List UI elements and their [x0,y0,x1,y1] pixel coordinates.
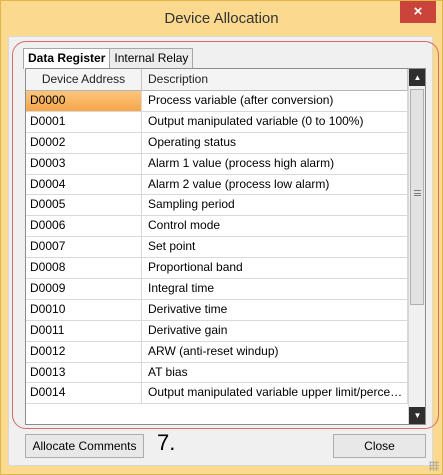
device-address-cell[interactable]: D0005 [26,195,142,216]
description-cell[interactable]: Derivative gain [142,320,408,341]
device-address-cell[interactable]: D0002 [26,132,142,153]
table-row[interactable]: D0011 Derivative gain [26,320,408,342]
close-icon: × [413,3,423,20]
description-cell[interactable]: AT bias [142,362,408,383]
grid-header: Device Address Description [26,69,408,91]
description-cell[interactable]: ARW (anti-reset windup) [142,341,408,362]
table-row[interactable]: D0012 ARW (anti-reset windup) [26,341,408,363]
device-address-cell[interactable]: D0012 [26,341,142,362]
description-cell[interactable]: Proportional band [142,258,408,279]
table-row[interactable]: D0010 Derivative time [26,299,408,321]
table-row[interactable]: D0009 Integral time [26,279,408,300]
device-address-cell[interactable]: D0004 [26,174,142,195]
scroll-up-arrow-icon[interactable]: ▲ [409,69,425,86]
column-header-device-address[interactable]: Device Address [26,69,142,91]
grid-rows: D0000 Process variable (after conversion)… [26,91,408,405]
device-address-cell[interactable]: D0013 [26,362,142,383]
table-row[interactable]: D0001 Output manipulated variable (0 to 1… [26,111,408,133]
tab-strip: Data Register Internal Relay [23,48,194,69]
table-row[interactable]: D0004 Alarm 2 value (process low alarm) [26,174,408,196]
window-title: Device Allocation [164,10,279,27]
device-address-cell[interactable]: D0011 [26,320,142,341]
description-cell[interactable]: Control mode [142,216,408,237]
device-address-cell[interactable]: D0014 [26,383,142,404]
table-row[interactable]: D0005 Sampling period [26,195,408,217]
device-address-cell[interactable]: D0007 [26,237,142,258]
description-cell[interactable]: Process variable (after conversion) [142,91,408,111]
description-cell[interactable]: Integral time [142,279,408,299]
vertical-scrollbar[interactable]: ▲ ▼ [408,69,425,424]
table-row[interactable]: D0006 Control mode [26,216,408,238]
column-header-description[interactable]: Description [142,69,408,91]
description-cell[interactable]: Operating status [142,132,408,153]
table-row[interactable]: D0008 Proportional band [26,258,408,280]
description-cell[interactable]: Derivative time [142,299,408,320]
tab-internal-relay[interactable]: Internal Relay [109,48,194,68]
table-row[interactable]: D0002 Operating status [26,132,408,154]
scrollbar-thumb[interactable] [410,89,424,305]
device-address-cell[interactable]: D0008 [26,258,142,279]
title-bar[interactable]: Device Allocation × [1,1,442,37]
scroll-down-arrow-icon[interactable]: ▼ [409,407,425,424]
description-cell[interactable]: Set point [142,237,408,258]
device-address-cell[interactable]: D0003 [26,153,142,174]
window-close-button[interactable]: × [400,1,436,23]
step-callout-label: 7. [157,430,176,455]
description-cell[interactable]: Alarm 2 value (process low alarm) [142,174,408,195]
resize-grip-icon[interactable] [429,461,439,471]
device-address-cell[interactable]: D0009 [26,279,142,299]
table-row[interactable]: D0014 Output manipulated variable upper l… [26,383,408,405]
device-grid: Device Address Description D0000 Process … [25,68,426,425]
description-cell[interactable]: Output manipulated variable upper limit/… [142,383,408,404]
table-row[interactable]: D0000 Process variable (after conversion) [26,91,408,112]
grip-icon [414,190,421,196]
device-address-cell[interactable]: D0006 [26,216,142,237]
table-row[interactable]: D0003 Alarm 1 value (process high alarm) [26,153,408,175]
description-cell[interactable]: Output manipulated variable (0 to 100%) [142,111,408,132]
description-cell[interactable]: Sampling period [142,195,408,216]
table-row[interactable]: D0013 AT bias [26,362,408,384]
device-address-cell[interactable]: D0001 [26,111,142,132]
tab-data-register[interactable]: Data Register [23,48,111,69]
device-address-cell[interactable]: D0010 [26,299,142,320]
close-button[interactable]: Close [333,434,426,458]
device-address-cell[interactable]: D0000 [26,91,142,111]
allocate-comments-button[interactable]: Allocate Comments [25,434,144,458]
table-row[interactable]: D0007 Set point [26,237,408,259]
description-cell[interactable]: Alarm 1 value (process high alarm) [142,153,408,174]
